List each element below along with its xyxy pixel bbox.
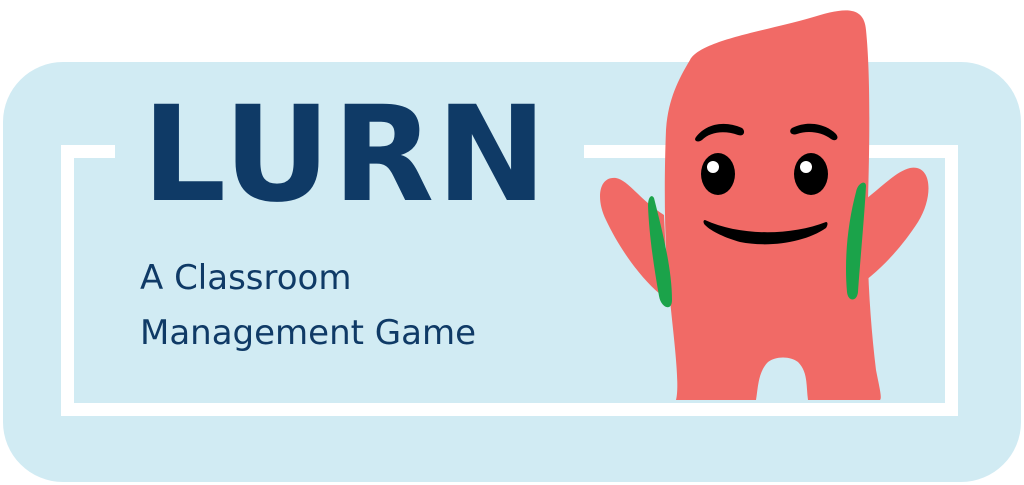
mascot-left-eye xyxy=(701,153,735,195)
game-subtitle-line-1: A Classroom xyxy=(140,258,352,298)
pink-monster-mascot-icon xyxy=(600,10,929,400)
mascot-left-eye-shine xyxy=(707,161,719,173)
mascot-right-eye xyxy=(794,153,828,195)
lurn-banner: LURN A Classroom Management Game xyxy=(0,0,1024,485)
mascot-body xyxy=(664,10,881,400)
frame-left xyxy=(61,145,74,416)
game-title: LURN xyxy=(142,78,549,232)
game-subtitle-line-2: Management Game xyxy=(140,313,476,353)
frame-bottom xyxy=(61,403,958,416)
mascot-right-eye-shine xyxy=(800,161,812,173)
